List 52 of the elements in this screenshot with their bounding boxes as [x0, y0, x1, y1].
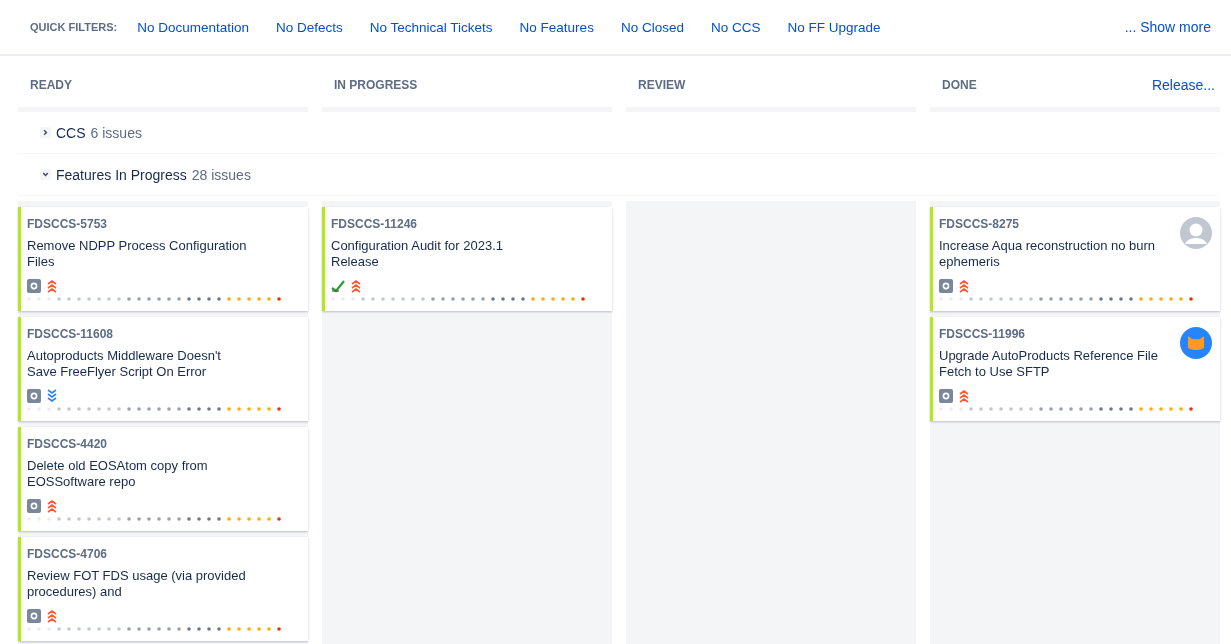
issue-key[interactable]: FDSCCS-11608	[27, 327, 249, 341]
issue-type-icon	[27, 609, 41, 623]
checkmark-icon	[331, 279, 345, 293]
chevron-right-icon[interactable]	[40, 127, 51, 138]
issue-card[interactable]: FDSCCS-5753 Remove NDPP Process Configuration Files	[18, 207, 308, 311]
issue-summary: Autoproducts Middleware Doesn't Save FreeFlyer Script On Error	[27, 348, 222, 380]
issue-summary: Remove NDPP Process Configuration Files	[27, 238, 248, 270]
avatar-icon	[1180, 327, 1212, 359]
show-more-link[interactable]: ... Show more	[1124, 19, 1211, 35]
issue-key[interactable]: FDSCCS-4706	[27, 547, 249, 561]
quick-filter-link[interactable]: No Closed	[620, 19, 684, 35]
avatar-icon	[1180, 217, 1212, 249]
swimlane-header[interactable]: Features In Progress 28 issues	[18, 154, 1218, 196]
quick-filter-link[interactable]: No Features	[519, 19, 594, 35]
issue-type-icon	[939, 279, 953, 293]
quick-filter-link[interactable]: No Documentation	[137, 19, 249, 35]
issue-key[interactable]: FDSCCS-5753	[27, 217, 249, 231]
issue-summary: Delete old EOSAtom copy from EOSSoftware repo	[27, 458, 209, 490]
issue-card[interactable]: FDSCCS-4420 Delete old EOSAtom copy from EOSSoftware repo	[18, 427, 308, 531]
issue-type-icon	[27, 279, 41, 293]
column-title: REVIEW	[638, 77, 686, 92]
issue-key[interactable]: FDSCCS-8275	[939, 217, 1161, 231]
quick-filter-link[interactable]: No FF Upgrade	[787, 19, 881, 35]
quick-filters-label: QUICK FILTERS:	[30, 21, 118, 33]
issue-card[interactable]: FDSCCS-4706 Review FOT FDS usage (via provided procedures) and	[18, 537, 308, 641]
issue-key[interactable]: FDSCCS-11996	[939, 327, 1161, 341]
issue-card[interactable]: FDSCCS-8275 Increase Aqua reconstruction no burn ephemeris	[930, 207, 1220, 311]
issue-summary: Review FOT FDS usage (via provided procedures) and	[27, 568, 247, 600]
swimlane-name: Features In Progress	[56, 166, 187, 183]
issue-summary: Configuration Audit for 2023.1 Release	[331, 238, 504, 270]
issue-type-icon	[939, 389, 953, 403]
issue-type-icon	[27, 389, 41, 403]
issue-key[interactable]: FDSCCS-4420	[27, 437, 249, 451]
issue-key[interactable]: FDSCCS-11246	[331, 217, 553, 231]
issue-summary: Increase Aqua reconstruction no burn ephemeris	[939, 238, 1157, 270]
issue-card[interactable]: FDSCCS-11996 Upgrade AutoProducts Reference File Fetch to Use SFTP	[930, 317, 1220, 421]
issue-card[interactable]: FDSCCS-11608 Autoproducts Middleware Doesn't Save FreeFlyer Script On Error	[18, 317, 308, 421]
swimlane-name: CCS	[56, 124, 86, 141]
issue-summary: Upgrade AutoProducts Reference File Fetch to Use SFTP	[939, 348, 1159, 380]
swimlane-header[interactable]: CCS 6 issues	[18, 112, 1218, 154]
column-title: DONE	[942, 77, 977, 92]
issue-count: 6 issues	[90, 124, 142, 141]
chevron-down-icon[interactable]	[40, 169, 51, 180]
issue-count: 28 issues	[191, 166, 251, 183]
column-title: READY	[30, 77, 72, 92]
column-title: IN PROGRESS	[334, 77, 418, 92]
quick-filter-link[interactable]: No Defects	[276, 19, 343, 35]
quick-filter-link[interactable]: No Technical Tickets	[369, 19, 493, 35]
issue-card[interactable]: FDSCCS-11246 Configuration Audit for 2023.1 Release	[322, 207, 612, 311]
issue-type-icon	[27, 499, 41, 513]
quick-filter-link[interactable]: No CCS	[710, 19, 761, 35]
release-link[interactable]: Release...	[1151, 76, 1215, 93]
